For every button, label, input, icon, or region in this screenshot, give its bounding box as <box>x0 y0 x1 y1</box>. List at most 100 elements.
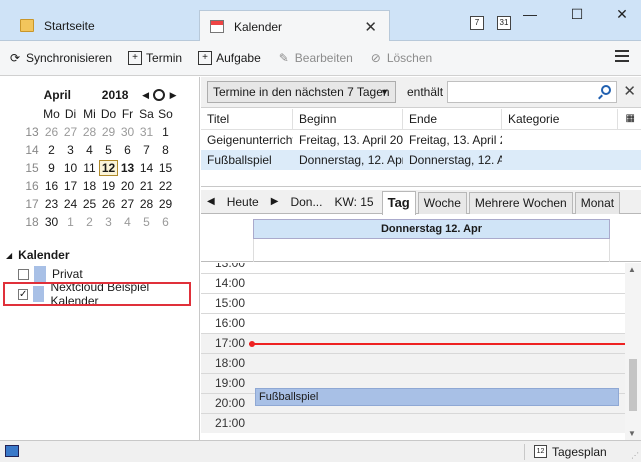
column-header-start[interactable]: Beginn <box>293 108 403 130</box>
day-header[interactable]: Donnerstag 12. Apr <box>253 219 610 239</box>
day-cell[interactable]: 8 <box>156 143 175 157</box>
hour-row[interactable]: 13:00 <box>201 263 625 273</box>
column-header-title[interactable]: Titel <box>201 108 293 130</box>
week-number[interactable]: 16 <box>22 179 42 193</box>
today-pane-icon[interactable]: 12 <box>534 445 547 458</box>
day-cell[interactable]: 17 <box>61 179 80 193</box>
tab-multiweek[interactable]: Mehrere Wochen <box>468 191 573 214</box>
day-cell[interactable]: 4 <box>80 143 99 157</box>
day-cell[interactable]: 19 <box>99 179 118 193</box>
hour-row[interactable]: 21:00 <box>201 413 625 433</box>
day-cell[interactable]: 22 <box>156 179 175 193</box>
hour-row[interactable]: 14:00 <box>201 273 625 293</box>
next-day-icon[interactable]: ▶ <box>265 191 285 213</box>
allday-column[interactable] <box>253 239 610 262</box>
prev-day-icon[interactable]: ◀ <box>201 191 221 213</box>
day-cell[interactable]: 16 <box>42 179 61 193</box>
day-cell[interactable]: 6 <box>118 143 137 157</box>
calendar-31-icon[interactable]: 31 <box>497 16 511 30</box>
week-number[interactable]: 14 <box>22 143 42 157</box>
search-input[interactable] <box>447 81 617 103</box>
close-tab-icon[interactable]: ✕ <box>364 18 377 36</box>
day-cell[interactable]: 27 <box>118 197 137 211</box>
minical-year[interactable]: 2018 <box>91 88 140 102</box>
day-cell[interactable]: 5 <box>99 143 118 157</box>
hour-row[interactable]: 15:00 <box>201 293 625 313</box>
minical-month[interactable]: April <box>24 88 91 102</box>
today-button[interactable]: Heute <box>221 191 265 213</box>
day-cell[interactable]: 30 <box>118 125 137 139</box>
day-cell[interactable]: 13 <box>118 161 137 175</box>
window-close-icon[interactable]: ✕ <box>612 6 632 23</box>
tab-day[interactable]: Tag <box>381 190 416 215</box>
day-cell[interactable]: 4 <box>118 215 137 229</box>
calendar-item-nextcloud[interactable]: ✓ Nextcloud Beispiel Kalender <box>3 280 191 308</box>
column-header-category[interactable]: Kategorie <box>502 108 618 130</box>
event-block[interactable]: Fußballspiel <box>255 388 619 406</box>
day-cell[interactable]: 21 <box>137 179 156 193</box>
resize-grip-icon[interactable]: ⋰ <box>631 451 639 460</box>
day-cell[interactable]: 28 <box>137 197 156 211</box>
hour-lane[interactable] <box>253 274 625 293</box>
day-cell[interactable]: 15 <box>156 161 175 175</box>
week-number[interactable]: 17 <box>22 197 42 211</box>
day-cell[interactable]: 12 <box>99 160 118 176</box>
day-cell[interactable]: 29 <box>99 125 118 139</box>
tab-month[interactable]: Monat <box>574 191 621 214</box>
scroll-thumb[interactable] <box>629 359 637 411</box>
tab-kalender[interactable]: Kalender ✕ <box>199 10 390 42</box>
day-cell[interactable]: 7 <box>137 143 156 157</box>
day-cell[interactable]: 25 <box>80 197 99 211</box>
day-cell[interactable]: 26 <box>42 125 61 139</box>
day-cell[interactable]: 2 <box>42 143 61 157</box>
scroll-up-icon[interactable]: ▲ <box>628 265 636 274</box>
hour-lane[interactable] <box>253 294 625 313</box>
online-status-icon[interactable] <box>5 445 19 457</box>
day-cell[interactable]: 24 <box>61 197 80 211</box>
hour-row[interactable]: 16:00 <box>201 313 625 333</box>
day-cell[interactable]: 27 <box>61 125 80 139</box>
day-cell[interactable]: 31 <box>137 125 156 139</box>
next-month-icon[interactable]: ▶ <box>167 90 179 101</box>
day-cell[interactable]: 3 <box>99 215 118 229</box>
tab-week[interactable]: Woche <box>417 191 467 214</box>
sync-button[interactable]: ⟳ Synchronisieren <box>8 51 112 65</box>
day-cell[interactable]: 1 <box>61 215 80 229</box>
week-number[interactable]: 13 <box>22 125 42 139</box>
maximize-icon[interactable]: ☐ <box>567 6 587 23</box>
calendar-list-title[interactable]: ◢ Kalender <box>0 246 200 264</box>
day-cell[interactable]: 6 <box>156 215 175 229</box>
calendar-7-icon[interactable]: 7 <box>470 16 484 30</box>
day-cell[interactable]: 26 <box>99 197 118 211</box>
hour-lane[interactable] <box>253 354 625 373</box>
day-cell[interactable]: 10 <box>61 161 80 175</box>
event-filter-select[interactable]: Termine in den nächsten 7 Tagen ▼ <box>207 81 396 103</box>
day-cell[interactable]: 3 <box>61 143 80 157</box>
day-cell[interactable]: 9 <box>42 161 61 175</box>
new-task-button[interactable]: + Aufgabe <box>198 51 261 65</box>
hour-lane[interactable] <box>253 414 625 433</box>
edit-button[interactable]: ✎ Bearbeiten <box>277 51 353 65</box>
day-cell[interactable]: 29 <box>156 197 175 211</box>
day-cell[interactable]: 20 <box>118 179 137 193</box>
hour-lane[interactable] <box>253 314 625 333</box>
day-cell[interactable]: 5 <box>137 215 156 229</box>
day-cell[interactable]: 2 <box>80 215 99 229</box>
today-pane-toggle[interactable]: Tagesplan <box>552 445 607 459</box>
scroll-down-icon[interactable]: ▼ <box>628 429 636 438</box>
day-cell[interactable]: 1 <box>156 125 175 139</box>
week-number[interactable]: 15 <box>22 161 42 175</box>
prev-month-icon[interactable]: ◀ <box>140 90 152 101</box>
column-header-end[interactable]: Ende <box>403 108 502 130</box>
new-event-button[interactable]: + Termin <box>128 51 182 65</box>
calendar-checkbox[interactable] <box>18 268 29 280</box>
week-number[interactable]: 18 <box>22 215 42 229</box>
minimize-icon[interactable]: — <box>520 6 540 22</box>
delete-button[interactable]: ⊘ Löschen <box>369 51 432 65</box>
column-picker-icon[interactable]: ▦ <box>626 113 635 124</box>
search-icon[interactable] <box>601 85 611 95</box>
day-cell[interactable]: 11 <box>80 161 99 175</box>
hour-row[interactable]: 18:00 <box>201 353 625 373</box>
calendar-checkbox[interactable]: ✓ <box>18 288 29 300</box>
today-circle-icon[interactable] <box>153 89 166 101</box>
